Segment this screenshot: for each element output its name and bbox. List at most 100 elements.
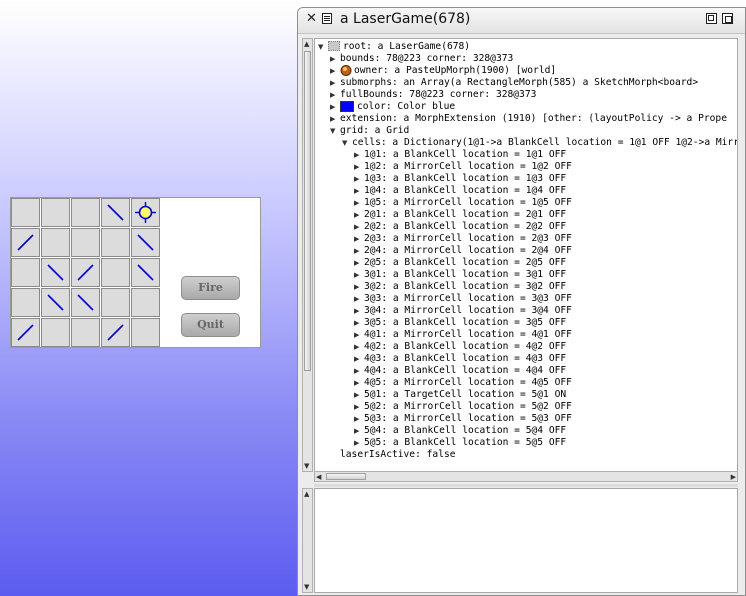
tree-row[interactable]: laserIsActive: false	[330, 449, 456, 461]
grid-cell[interactable]	[71, 228, 100, 257]
close-icon[interactable]: ✕	[306, 12, 317, 26]
tree-row[interactable]: ▶ 1@4: a BlankCell location = 1@4 OFF	[354, 185, 566, 197]
collapsed-triangle-icon[interactable]: ▶	[354, 269, 364, 281]
tree-row[interactable]: ▶ 5@1: a TargetCell location = 5@1 ON	[354, 389, 566, 401]
tree-row[interactable]: ▶ 5@4: a BlankCell location = 5@4 OFF	[354, 425, 566, 437]
collapsed-triangle-icon[interactable]: ▶	[354, 401, 364, 413]
grid-cell[interactable]	[101, 288, 130, 317]
tree-row[interactable]: ▶ 3@1: a BlankCell location = 3@1 OFF	[354, 269, 566, 281]
grid-cell[interactable]	[71, 318, 100, 347]
grid-cell[interactable]	[41, 318, 70, 347]
collapsed-triangle-icon[interactable]: ▶	[354, 257, 364, 269]
expanded-triangle-icon[interactable]: ▼	[342, 137, 352, 149]
expanded-triangle-icon[interactable]: ▼	[330, 125, 340, 137]
tree-row[interactable]: ▶ 2@1: a BlankCell location = 2@1 OFF	[354, 209, 566, 221]
tree-row[interactable]: ▶ color: Color blue	[330, 101, 455, 113]
grid-cell[interactable]	[41, 258, 70, 287]
collapsed-triangle-icon[interactable]: ▶	[354, 365, 364, 377]
tree-row[interactable]: ▶ 2@4: a MirrorCell location = 2@4 OFF	[354, 245, 572, 257]
grid-cell[interactable]	[11, 288, 40, 317]
collapsed-triangle-icon[interactable]: ▶	[354, 425, 364, 437]
tree-row[interactable]: ▼ grid: a Grid	[330, 125, 409, 137]
tree-row[interactable]: ▶ fullBounds: 78@223 corner: 328@373	[330, 89, 536, 101]
code-scroll-up-arrow-icon[interactable]: ▲	[304, 490, 309, 498]
collapsed-triangle-icon[interactable]: ▶	[330, 65, 340, 77]
tree-row[interactable]: ▶ 4@3: a BlankCell location = 4@3 OFF	[354, 353, 566, 365]
tree-scroll-thumb[interactable]	[304, 51, 311, 371]
tree-row[interactable]: ▶ 5@3: a MirrorCell location = 5@3 OFF	[354, 413, 572, 425]
window-titlebar[interactable]: ✕ a LaserGame(678)	[298, 8, 745, 34]
collapsed-triangle-icon[interactable]: ▶	[354, 377, 364, 389]
collapsed-triangle-icon[interactable]: ▶	[354, 281, 364, 293]
collapsed-triangle-icon[interactable]: ▶	[354, 161, 364, 173]
menu-icon[interactable]	[322, 13, 332, 28]
grid-cell[interactable]	[71, 288, 100, 317]
tree-row[interactable]: ▼ cells: a Dictionary(1@1->a BlankCell lo…	[342, 137, 737, 149]
grid-cell[interactable]	[131, 318, 160, 347]
collapsed-triangle-icon[interactable]: ▶	[354, 233, 364, 245]
collapsed-triangle-icon[interactable]: ▶	[354, 389, 364, 401]
scroll-down-arrow-icon[interactable]: ▼	[304, 462, 309, 470]
collapse-icon[interactable]	[706, 13, 717, 28]
tree-row[interactable]: ▶ 1@1: a BlankCell location = 1@1 OFF	[354, 149, 566, 161]
expanded-triangle-icon[interactable]: ▼	[318, 41, 328, 53]
tree-row[interactable]: ▶ 4@2: a BlankCell location = 4@2 OFF	[354, 341, 566, 353]
code-vertical-scrollbar[interactable]: ▲ ▼	[302, 488, 313, 593]
tree-row[interactable]: ▶ bounds: 78@223 corner: 328@373	[330, 53, 513, 65]
collapsed-triangle-icon[interactable]: ▶	[354, 185, 364, 197]
tree-row[interactable]: ▼ root: a LaserGame(678)	[318, 41, 470, 53]
grid-cell[interactable]	[131, 288, 160, 317]
tree-row[interactable]: ▶ 2@5: a BlankCell location = 2@5 OFF	[354, 257, 566, 269]
collapsed-triangle-icon[interactable]: ▶	[330, 89, 340, 101]
tree-row[interactable]: ▶ 4@1: a MirrorCell location = 4@1 OFF	[354, 329, 572, 341]
tree-row[interactable]: ▶ 1@5: a MirrorCell location = 1@5 OFF	[354, 197, 572, 209]
collapsed-triangle-icon[interactable]: ▶	[330, 113, 340, 125]
collapsed-triangle-icon[interactable]: ▶	[354, 317, 364, 329]
code-scroll-down-arrow-icon[interactable]: ▼	[304, 583, 309, 591]
fire-button[interactable]: Fire	[181, 276, 240, 300]
tree-row[interactable]: ▶ 5@5: a BlankCell location = 5@5 OFF	[354, 437, 566, 449]
grid-cell[interactable]	[11, 198, 40, 227]
tree-vertical-scrollbar[interactable]: ▲ ▼	[302, 38, 313, 472]
tree-row[interactable]: ▶ 3@5: a BlankCell location = 3@5 OFF	[354, 317, 566, 329]
code-pane[interactable]	[314, 488, 738, 593]
tree-row[interactable]: ▶ 4@4: a BlankCell location = 4@4 OFF	[354, 365, 566, 377]
grid-cell[interactable]	[11, 318, 40, 347]
quit-button[interactable]: Quit	[181, 313, 240, 337]
grid-cell[interactable]	[131, 198, 160, 227]
grid-cell[interactable]	[71, 258, 100, 287]
scroll-up-arrow-icon[interactable]: ▲	[304, 40, 309, 48]
collapsed-triangle-icon[interactable]: ▶	[354, 341, 364, 353]
grid-cell[interactable]	[131, 258, 160, 287]
collapsed-triangle-icon[interactable]: ▶	[330, 53, 340, 65]
tree-row[interactable]: ▶ 5@2: a MirrorCell location = 5@2 OFF	[354, 401, 572, 413]
scroll-right-arrow-icon[interactable]: ▶	[731, 473, 736, 481]
pane-splitter[interactable]	[314, 484, 738, 487]
collapsed-triangle-icon[interactable]: ▶	[354, 329, 364, 341]
grid-cell[interactable]	[131, 228, 160, 257]
expand-icon[interactable]	[722, 13, 733, 28]
grid-cell[interactable]	[101, 318, 130, 347]
tree-hscroll-thumb[interactable]	[326, 473, 366, 480]
tree-row[interactable]: ▶ 1@2: a MirrorCell location = 1@2 OFF	[354, 161, 572, 173]
tree-row[interactable]: ▶ 2@3: a MirrorCell location = 2@3 OFF	[354, 233, 572, 245]
grid-cell[interactable]	[41, 228, 70, 257]
tree-row[interactable]: ▶ 3@4: a MirrorCell location = 3@4 OFF	[354, 305, 572, 317]
collapsed-triangle-icon[interactable]: ▶	[354, 353, 364, 365]
grid-cell[interactable]	[101, 228, 130, 257]
collapsed-triangle-icon[interactable]: ▶	[354, 413, 364, 425]
scroll-left-arrow-icon[interactable]: ◀	[316, 473, 321, 481]
collapsed-triangle-icon[interactable]: ▶	[330, 101, 340, 113]
collapsed-triangle-icon[interactable]: ▶	[354, 149, 364, 161]
tree-row[interactable]: ▶ 2@2: a BlankCell location = 2@2 OFF	[354, 221, 566, 233]
inspector-tree-pane[interactable]: ▼ root: a LaserGame(678) ▶ bounds: 78@223 c…	[314, 38, 738, 472]
tree-row[interactable]: ▶ 3@2: a BlankCell location = 3@2 OFF	[354, 281, 566, 293]
collapsed-triangle-icon[interactable]: ▶	[354, 197, 364, 209]
collapsed-triangle-icon[interactable]: ▶	[354, 305, 364, 317]
collapsed-triangle-icon[interactable]: ▶	[354, 437, 364, 449]
tree-row[interactable]: ▶ submorphs: an Array(a RectangleMorph(58…	[330, 77, 698, 89]
tree-row[interactable]: ▶ 3@3: a MirrorCell location = 3@3 OFF	[354, 293, 572, 305]
collapsed-triangle-icon[interactable]: ▶	[354, 209, 364, 221]
grid-cell[interactable]	[41, 288, 70, 317]
grid-cell[interactable]	[71, 198, 100, 227]
